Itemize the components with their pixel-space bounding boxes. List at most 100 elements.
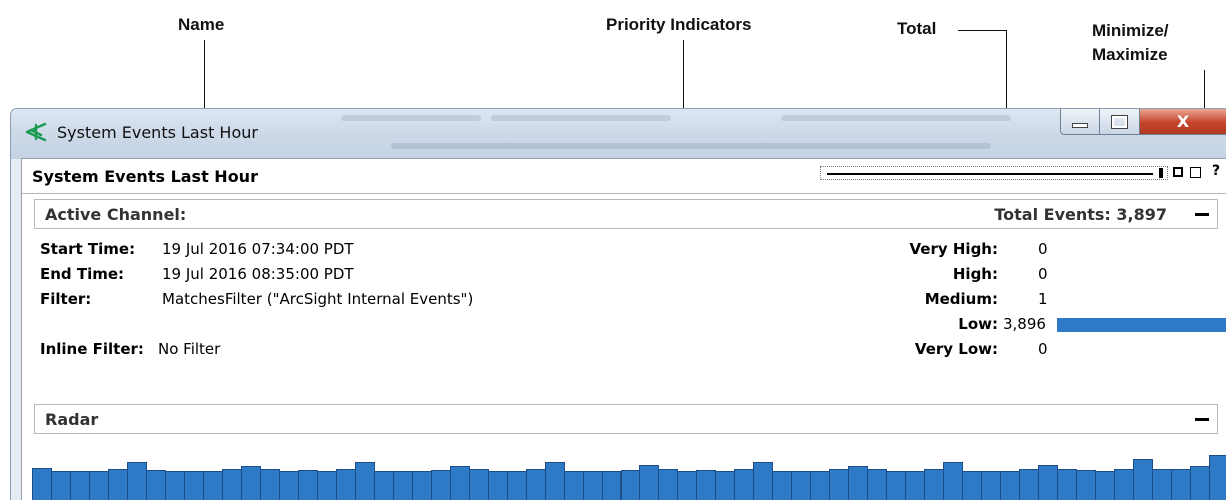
radar-bar[interactable] — [943, 462, 964, 500]
radar-bar[interactable] — [1038, 465, 1059, 500]
radar-bar[interactable] — [867, 469, 888, 500]
radar-bar[interactable] — [848, 466, 869, 500]
filter-label: Filter: — [40, 290, 92, 308]
radar-bar[interactable] — [639, 465, 660, 500]
end-time-label: End Time: — [40, 265, 125, 283]
radar-bar[interactable] — [886, 471, 907, 500]
radar-bar[interactable] — [696, 470, 717, 500]
radar-bar[interactable] — [145, 470, 166, 500]
radar-bar[interactable] — [50, 471, 71, 500]
radar-bar[interactable] — [335, 469, 356, 500]
radar-bar[interactable] — [392, 471, 413, 500]
callout-total: Total — [897, 19, 937, 38]
radar-bar[interactable] — [468, 469, 489, 500]
radar-bar[interactable] — [620, 470, 641, 500]
slider-thumb[interactable] — [1159, 168, 1163, 178]
inline-filter-label: Inline Filter: — [40, 340, 144, 358]
radar-bar[interactable] — [753, 462, 774, 500]
radar-bar[interactable] — [126, 462, 147, 500]
radar-histogram[interactable] — [32, 449, 1226, 500]
radar-bar[interactable] — [278, 471, 299, 500]
window-titlebar[interactable]: System Events Last Hour X — [11, 109, 1226, 159]
radar-bar[interactable] — [1114, 469, 1135, 500]
radar-bar[interactable] — [658, 469, 679, 500]
radar-bar[interactable] — [1152, 469, 1173, 500]
dashboard-client-area: System Events Last Hour ? Active Channel… — [21, 158, 1226, 500]
callout-name: Name — [178, 15, 225, 34]
end-time-value: 19 Jul 2016 08:35:00 PDT — [162, 265, 354, 283]
window-minimize-button[interactable] — [1060, 109, 1100, 135]
radar-bar[interactable] — [164, 471, 185, 500]
radar-bar[interactable] — [582, 471, 603, 500]
maximize-panel-icon[interactable] — [1173, 167, 1183, 177]
radar-bar[interactable] — [430, 470, 451, 500]
radar-bar[interactable] — [1209, 455, 1226, 500]
radar-label: Radar — [45, 410, 99, 429]
radar-bar[interactable] — [734, 469, 755, 500]
arcsight-app-icon — [25, 122, 47, 142]
callout-minmax-2: Maximize — [1092, 45, 1168, 64]
radar-bar[interactable] — [88, 471, 109, 500]
window-maximize-button[interactable] — [1100, 109, 1140, 135]
radar-header: Radar — [34, 404, 1218, 434]
start-time-value: 19 Jul 2016 07:34:00 PDT — [162, 240, 354, 258]
radar-bar[interactable] — [772, 471, 793, 500]
radar-bar[interactable] — [259, 469, 280, 500]
radar-bar[interactable] — [1000, 471, 1021, 500]
minimize-radar-icon[interactable] — [1195, 418, 1209, 421]
radar-bar[interactable] — [316, 471, 337, 500]
radar-bar[interactable] — [1019, 469, 1040, 500]
app-window: System Events Last Hour X System Events … — [10, 108, 1226, 500]
priority-value: 1 — [1038, 290, 1048, 308]
radar-bar[interactable] — [1095, 471, 1116, 500]
priority-label: High: — [952, 265, 998, 283]
radar-bar[interactable] — [905, 471, 926, 500]
inline-filter-value: No Filter — [158, 340, 221, 358]
radar-bar[interactable] — [544, 462, 565, 500]
radar-bar[interactable] — [1057, 469, 1078, 500]
radar-bar[interactable] — [829, 469, 850, 500]
minimize-section-icon[interactable] — [1195, 213, 1209, 216]
restore-panel-icon[interactable] — [1190, 167, 1201, 178]
radar-bar[interactable] — [810, 471, 831, 500]
radar-bar[interactable] — [449, 466, 470, 500]
radar-bar[interactable] — [981, 471, 1002, 500]
radar-bar[interactable] — [373, 471, 394, 500]
window-close-button[interactable]: X — [1140, 109, 1226, 135]
start-time-label: Start Time: — [40, 240, 136, 258]
radar-bar[interactable] — [791, 471, 812, 500]
radar-bar[interactable] — [962, 471, 983, 500]
priority-label: Very Low: — [914, 340, 998, 358]
radar-bar[interactable] — [1190, 466, 1210, 500]
callout-total-hline — [958, 30, 1006, 31]
radar-bar[interactable] — [354, 462, 375, 500]
radar-bar[interactable] — [677, 471, 698, 500]
radar-bar[interactable] — [221, 469, 242, 500]
priority-value: 0 — [1038, 340, 1048, 358]
radar-bar[interactable] — [1076, 470, 1097, 500]
total-events-label: Total Events: 3,897 — [994, 205, 1167, 224]
radar-bar[interactable] — [1171, 469, 1192, 500]
radar-bar[interactable] — [183, 471, 204, 500]
radar-bar[interactable] — [411, 471, 432, 500]
radar-bar[interactable] — [563, 471, 584, 500]
radar-bar[interactable] — [202, 471, 223, 500]
radar-bar[interactable] — [240, 466, 261, 500]
radar-bar[interactable] — [1133, 459, 1154, 500]
radar-bar[interactable] — [715, 471, 736, 500]
priority-bar — [1057, 318, 1226, 332]
radar-bar[interactable] — [525, 469, 546, 500]
total-slider[interactable] — [820, 166, 1168, 180]
radar-bar[interactable] — [924, 469, 945, 500]
priority-value: 0 — [1038, 240, 1048, 258]
radar-bar[interactable] — [506, 471, 527, 500]
help-icon[interactable]: ? — [1212, 163, 1220, 179]
panel-header: System Events Last Hour ? — [22, 159, 1226, 194]
radar-bar[interactable] — [297, 470, 318, 500]
radar-bar[interactable] — [107, 469, 128, 500]
radar-bar[interactable] — [601, 471, 622, 500]
priority-label: Very High: — [909, 240, 998, 258]
radar-bar[interactable] — [32, 468, 52, 500]
radar-bar[interactable] — [69, 471, 90, 500]
radar-bar[interactable] — [487, 471, 508, 500]
